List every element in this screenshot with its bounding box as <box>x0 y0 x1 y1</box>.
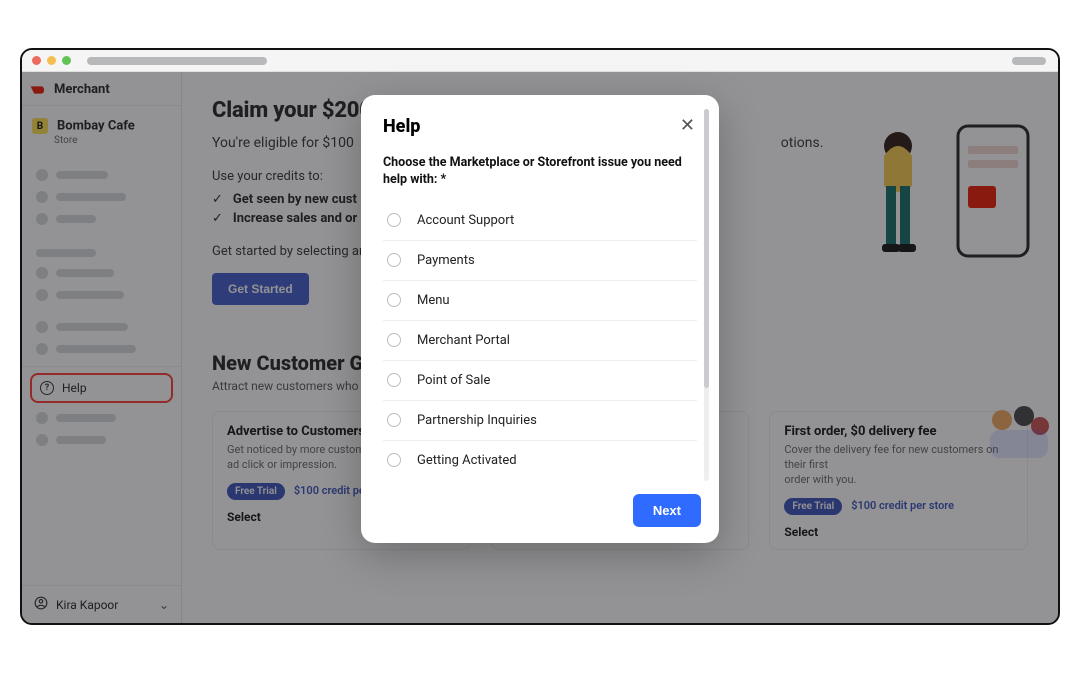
radio-icon <box>387 253 401 267</box>
browser-window: Merchant B Bombay Cafe Store <box>20 48 1060 625</box>
close-icon[interactable]: ✕ <box>674 113 701 139</box>
help-option-merchant-portal[interactable]: Merchant Portal <box>383 321 697 361</box>
option-label: Point of Sale <box>417 373 490 388</box>
radio-icon <box>387 373 401 387</box>
option-label: Merchant Portal <box>417 333 510 348</box>
option-label: Payments <box>417 253 475 268</box>
modal-prompt: Choose the Marketplace or Storefront iss… <box>383 155 697 189</box>
modal-title: Help <box>383 116 420 137</box>
help-option-payments[interactable]: Payments <box>383 241 697 281</box>
window-zoom-dot[interactable] <box>62 56 71 65</box>
address-bar-placeholder <box>87 57 267 65</box>
option-label: Getting Activated <box>417 453 517 468</box>
help-option-account-support[interactable]: Account Support <box>383 201 697 241</box>
help-option-partnership-inquiries[interactable]: Partnership Inquiries <box>383 401 697 441</box>
help-option-menu[interactable]: Menu <box>383 281 697 321</box>
next-button[interactable]: Next <box>633 494 701 527</box>
app-root: Merchant B Bombay Cafe Store <box>22 72 1058 623</box>
help-options-list: Account Support Payments Menu Merchant P… <box>383 201 697 480</box>
help-option-point-of-sale[interactable]: Point of Sale <box>383 361 697 401</box>
radio-icon <box>387 413 401 427</box>
radio-icon <box>387 453 401 467</box>
radio-icon <box>387 213 401 227</box>
radio-icon <box>387 333 401 347</box>
help-option-getting-activated[interactable]: Getting Activated <box>383 441 697 480</box>
help-modal: Help ✕ Choose the Marketplace or Storefr… <box>361 95 719 543</box>
window-close-dot[interactable] <box>32 56 41 65</box>
option-label: Menu <box>417 293 450 308</box>
title-bar-right-placeholder <box>1012 57 1046 65</box>
option-label: Account Support <box>417 213 514 228</box>
radio-icon <box>387 293 401 307</box>
window-title-bar <box>22 50 1058 72</box>
window-minimize-dot[interactable] <box>47 56 56 65</box>
option-label: Partnership Inquiries <box>417 413 537 428</box>
